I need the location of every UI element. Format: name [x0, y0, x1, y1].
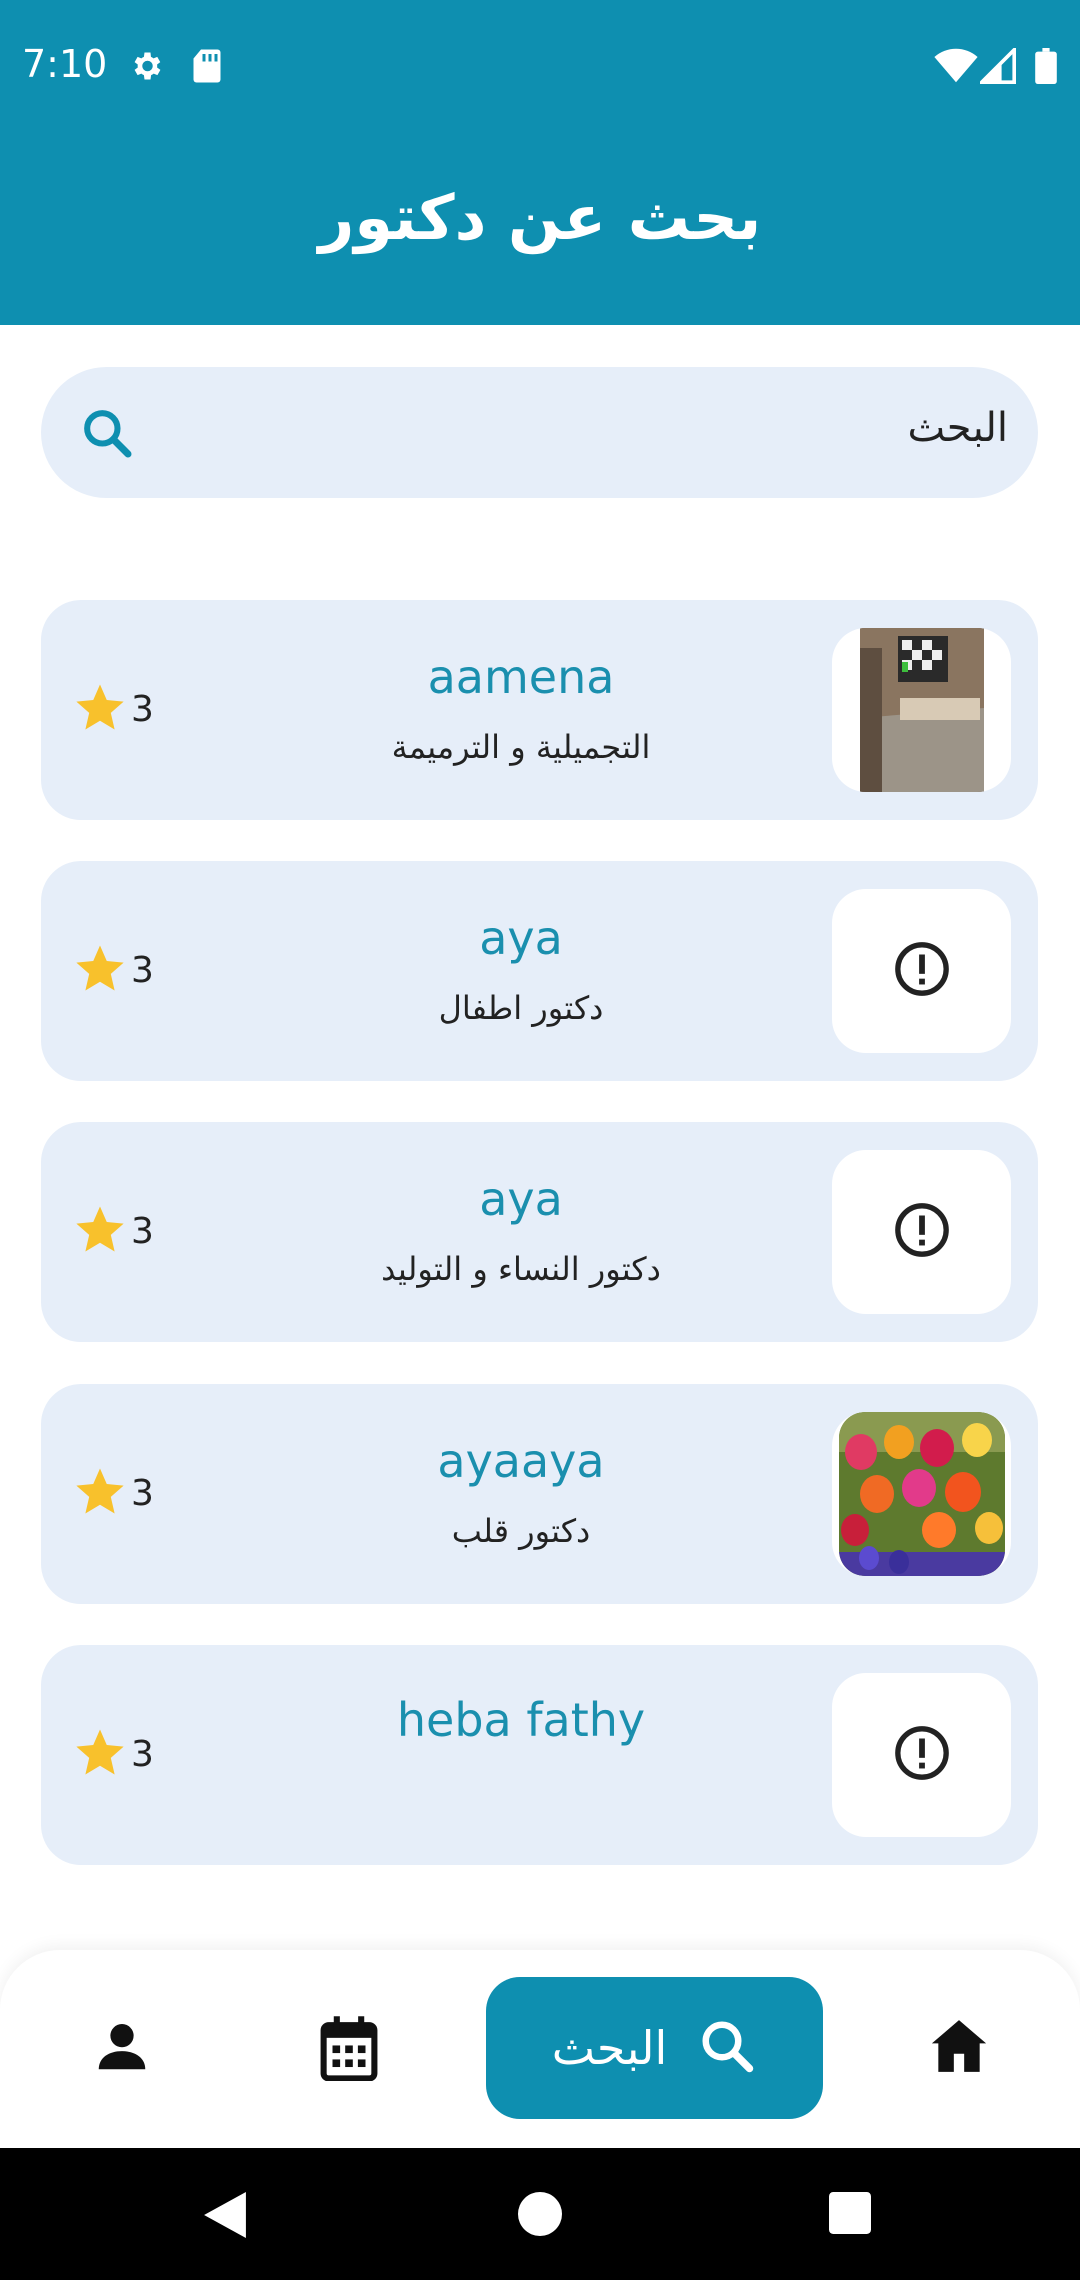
doctor-photo [832, 1412, 1011, 1576]
star-icon [73, 680, 127, 738]
page-title: بحث عن دكتور [318, 181, 762, 254]
search-bar[interactable]: البحث [41, 367, 1038, 498]
doctor-name: aya [479, 911, 563, 965]
doctor-photo [832, 628, 1011, 792]
rating-value: 3 [131, 1733, 154, 1775]
doctor-photo [832, 1150, 1011, 1314]
search-icon [697, 2016, 757, 2080]
rating-value: 3 [131, 688, 154, 730]
settings-icon [128, 48, 164, 88]
star-icon [73, 1202, 127, 1260]
tulips-photo [838, 1412, 1005, 1576]
rating: 3 [73, 1725, 154, 1783]
doctor-specialty: دكتور اطفال [438, 989, 604, 1027]
doctor-card[interactable]: 3 heba fathy [41, 1645, 1038, 1865]
app-header: بحث عن دكتور [0, 130, 1080, 325]
rating: 3 [73, 941, 154, 999]
star-icon [73, 1464, 127, 1522]
alert-circle-icon [893, 940, 951, 1002]
doctor-specialty: التجميلية و الترميمة [391, 728, 651, 766]
alert-circle-icon [893, 1201, 951, 1263]
alert-circle-icon [893, 1724, 951, 1786]
doctor-name: ayaaya [437, 1434, 605, 1488]
nav-search-button[interactable]: البحث [486, 1977, 823, 2119]
back-icon[interactable] [203, 2192, 247, 2242]
doctor-card[interactable]: 3 aamena التجميلية و الترميمة [41, 600, 1038, 820]
rating: 3 [73, 1464, 154, 1522]
doctor-name: aya [479, 1172, 563, 1226]
nav-search-label: البحث [551, 2021, 668, 2075]
doctor-specialty: دكتور قلب [451, 1512, 591, 1550]
search-input[interactable]: البحث [908, 405, 1008, 451]
rating-value: 3 [131, 1472, 154, 1514]
rating-value: 3 [131, 949, 154, 991]
person-icon[interactable] [91, 2015, 153, 2081]
rating: 3 [73, 1202, 154, 1260]
home-icon[interactable] [928, 2015, 990, 2081]
doctor-specialty: دكتور النساء و التوليد [381, 1250, 661, 1288]
status-time: 7:10 [22, 42, 108, 86]
sd-card-icon [192, 48, 222, 88]
doctor-card[interactable]: 3 aya دكتور اطفال [41, 861, 1038, 1081]
room-photo [859, 628, 984, 792]
status-bar: 7:10 [0, 0, 1080, 130]
rating: 3 [73, 680, 154, 738]
star-icon [73, 1725, 127, 1783]
doctor-photo [832, 1673, 1011, 1837]
doctor-name: aamena [427, 650, 615, 704]
doctor-photo [832, 889, 1011, 1053]
rating-value: 3 [131, 1210, 154, 1252]
system-nav-bar [0, 2148, 1080, 2280]
calendar-icon[interactable] [318, 2015, 380, 2085]
doctor-card[interactable]: 3 ayaaya دكتور قلب [41, 1384, 1038, 1604]
doctor-name: heba fathy [396, 1693, 646, 1747]
recents-icon[interactable] [829, 2192, 871, 2238]
wifi-icon [934, 48, 978, 88]
doctor-card[interactable]: 3 aya دكتور النساء و التوليد [41, 1122, 1038, 1342]
battery-icon [1035, 48, 1057, 88]
cell-signal-icon [977, 45, 1016, 88]
home-button-icon[interactable] [518, 2192, 562, 2240]
search-icon[interactable] [79, 405, 135, 465]
bottom-nav: البحث [0, 1950, 1080, 2148]
star-icon [73, 941, 127, 999]
